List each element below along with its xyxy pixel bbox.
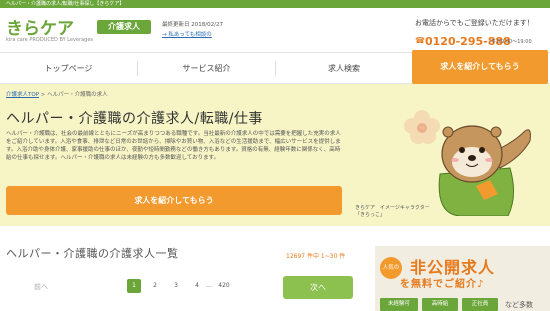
category-badge: 介護求人 [97,20,151,34]
hero-cta-button[interactable]: 求人を紹介してもらう [6,186,342,215]
nav-item-search[interactable]: 求人検索 [276,53,412,84]
tags-more-text: など多数 [505,301,533,309]
nav-cta-button[interactable]: 求人を紹介してもらう [412,50,548,84]
prev-page-link[interactable]: 前へ [34,282,48,292]
page-title: ヘルパー・介護職の介護求人/転職/仕事 [6,111,263,127]
mascot-caption: きらケア イメージキャラクター 「きらっこ」 [355,205,430,219]
tag-high-pay: 高時給 [422,298,458,311]
next-page-button[interactable]: 次へ [283,276,353,299]
mascot-otter-illustration [404,110,531,216]
private-jobs-subheading: を無料でご紹介♪ [400,279,485,290]
faq-link[interactable]: → 私あっても相談の [162,30,212,38]
tag-full-time: 正社員 [462,298,498,311]
logo-subtitle: kira care PRODUCED BY Leverages [6,37,94,43]
page-ellipsis: … [206,282,212,289]
business-hours: 平日9:00〜19:00 [491,39,532,45]
nav-item-top[interactable]: トップページ [0,53,137,84]
mascot-caption-line1: きらケア イメージキャラクター [355,205,430,211]
page-1[interactable]: 1 [127,279,141,293]
logo-text: きらケア [6,19,74,39]
site-logo[interactable]: きらケア [6,14,74,39]
popular-badge: 人気の [380,257,402,279]
breadcrumb: 介護求人TOP > ヘルパー・介護職の求人 [6,90,108,98]
last-updated: 最終更新日 2018/02/27 [162,22,223,28]
breadcrumb-current: ヘルパー・介護職の求人 [47,92,108,98]
page-4[interactable]: 4 [190,279,204,293]
mascot-caption-line2: 「きらっこ」 [355,212,386,218]
nav-item-service[interactable]: サービス紹介 [138,53,275,84]
page-2[interactable]: 2 [148,279,162,293]
breadcrumb-separator: > [40,92,46,98]
breadcrumb-home[interactable]: 介護求人TOP [6,92,39,98]
page-description: ヘルパー・介護職は、社会の最前線とともにニーズが高まりつつある職種です。当社最新… [6,131,341,161]
job-list-title: ヘルパー・介護職の介護求人一覧 [6,247,179,260]
site-header: きらケア kira care PRODUCED BY Leverages 介護求… [0,8,550,52]
page-last[interactable]: 420 [215,279,233,293]
tag-no-experience: 未経験可 [380,298,418,311]
result-count: 12697 件中 1~30 件 [286,253,346,260]
top-bar: ヘルパー・介護職の求人/転職/仕事探し【きらケア】 [0,0,550,8]
phone-icon: ☎ [415,36,425,45]
phone-consult-text: お電話からでもご登録いただけます！ [415,19,534,27]
page-3[interactable]: 3 [169,279,183,293]
